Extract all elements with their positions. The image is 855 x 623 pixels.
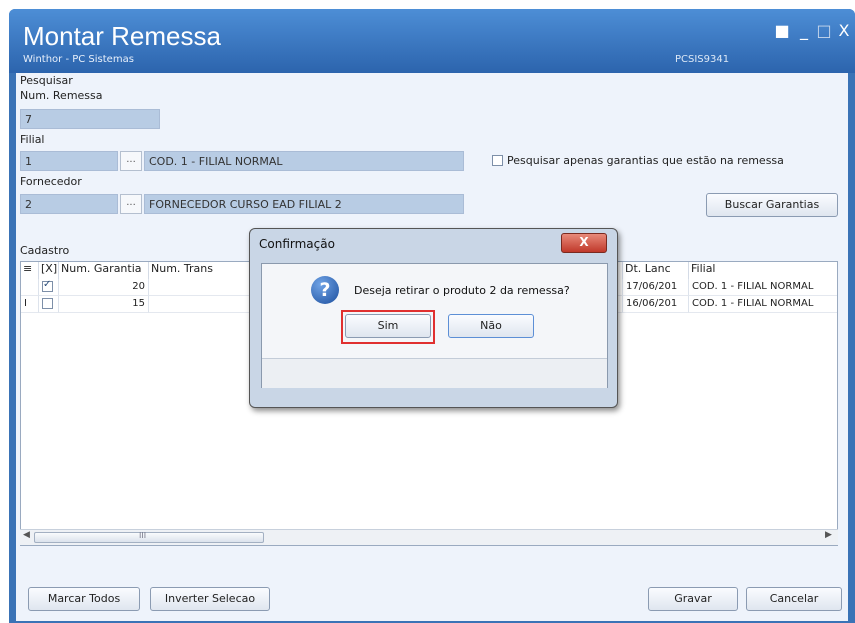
row-checkbox[interactable] [42,298,53,309]
close-button[interactable]: X [835,21,853,40]
filial-code-input[interactable]: 1 [20,151,118,171]
dialog-close-button[interactable]: X [561,233,607,253]
column-header-num-garantia[interactable]: Num. Garantia [59,262,149,279]
question-icon: ? [311,276,339,304]
cancelar-button[interactable]: Cancelar [746,587,842,611]
horizontal-scrollbar[interactable]: ◀ III ▶ [20,529,838,545]
nao-button[interactable]: Não [448,314,534,338]
filial-description: COD. 1 - FILIAL NORMAL [144,151,464,171]
scroll-right-icon[interactable]: ▶ [825,530,832,540]
row-marker: I [21,296,39,313]
only-in-remessa-checkbox[interactable] [492,155,503,166]
row-checkbox-cell[interactable] [39,296,59,313]
sim-button[interactable]: Sim [345,314,431,338]
fornecedor-label: Fornecedor [20,175,82,188]
column-header-select[interactable]: [X] [39,262,59,279]
only-in-remessa-label: Pesquisar apenas garantias que estão na … [507,154,784,167]
filial-label: Filial [20,133,45,146]
maximize-button[interactable]: □ [815,21,833,40]
num-garantia-cell: 15 [59,296,149,313]
scroll-left-icon[interactable]: ◀ [23,530,30,540]
gravar-button[interactable]: Gravar [648,587,738,611]
title-bar[interactable]: Montar Remessa Winthor - PC Sistemas PCS… [9,9,855,73]
fornecedor-description: FORNECEDOR CURSO EAD FILIAL 2 [144,194,464,214]
dialog-footer [262,358,607,388]
buscar-garantias-button[interactable]: Buscar Garantias [706,193,838,217]
dialog-title: Confirmação [259,237,335,251]
num-remessa-label: Num. Remessa [20,89,103,102]
confirmation-dialog: Confirmação X ? Deseja retirar o produto… [249,228,618,408]
row-indicator-header: ≡ [21,262,39,279]
dt-lanc-cell: 17/06/201 [623,279,689,296]
row-checkbox-cell[interactable] [39,279,59,296]
dt-lanc-cell: 16/06/201 [623,296,689,313]
dialog-message: Deseja retirar o produto 2 da remessa? [354,284,570,297]
window-subtitle: Winthor - PC Sistemas [23,54,134,65]
marcar-todos-button[interactable]: Marcar Todos [28,587,140,611]
column-header-dt-lanc[interactable]: Dt. Lanc [623,262,689,279]
scroll-thumb[interactable]: III [34,531,264,543]
fornecedor-lookup-button[interactable]: ... [120,194,142,214]
restore-icon[interactable]: ■ [773,21,791,40]
num-remessa-input[interactable]: 7 [20,109,160,129]
fornecedor-code-input[interactable]: 2 [20,194,118,214]
window-title: Montar Remessa [23,21,221,51]
cadastro-group-label: Cadastro [20,244,70,257]
minimize-button[interactable]: _ [795,21,813,40]
filial-lookup-button[interactable]: ... [120,151,142,171]
num-garantia-cell: 20 [59,279,149,296]
inverter-selecao-button[interactable]: Inverter Selecao [150,587,270,611]
search-group-label: Pesquisar [20,74,73,87]
row-marker [21,279,39,296]
row-checkbox[interactable] [42,279,53,292]
column-header-filial[interactable]: Filial [689,262,837,279]
routine-code: PCSIS9341 [675,54,730,65]
dialog-body: ? Deseja retirar o produto 2 da remessa?… [261,263,608,388]
filial-cell: COD. 1 - FILIAL NORMAL [689,279,837,296]
filial-cell: COD. 1 - FILIAL NORMAL [689,296,837,313]
